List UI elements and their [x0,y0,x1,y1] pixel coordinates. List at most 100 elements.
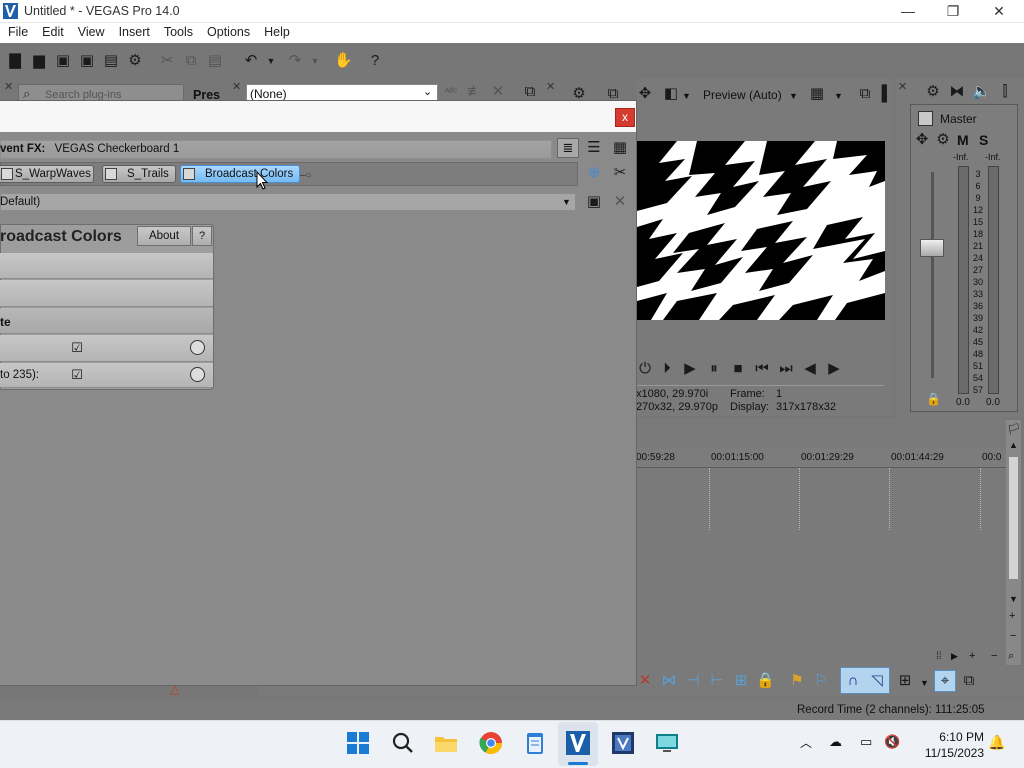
play-from-start-icon[interactable]: ⏵ [658,360,676,378]
param-checkbox[interactable]: ☑ [70,368,84,382]
hscroll-grip[interactable]: ⁞⁞ [936,651,942,662]
close-window-button[interactable]: ✕ [976,0,1022,23]
fx-enable-checkbox[interactable] [183,168,195,180]
master-fx-gear-icon[interactable]: ⚙ [934,131,952,149]
fx-chip-s-warpwaves[interactable]: S_WarpWaves [0,165,94,183]
param-checkbox[interactable]: ☑ [70,341,84,355]
overlays-grid-icon[interactable]: ▦ [808,85,826,103]
master-pan-icon[interactable]: ✥ [913,131,931,149]
split-screen-icon[interactable]: ✥ [636,85,654,103]
save-preset-icon[interactable]: ▣ [585,193,603,211]
save-snapshot-icon[interactable]: ▌ [878,85,896,103]
taskbar-time[interactable]: 6:10 PM [936,730,984,744]
overlays-dropdown-icon[interactable]: ▼ [834,91,843,101]
scroll-right-icon[interactable]: ▶ [951,651,958,662]
previous-frame-icon[interactable]: ◀ [801,360,819,378]
view-grid-icon[interactable]: ▦ [611,139,629,157]
timeline-vertical-scrollbar[interactable]: 🏳 ▲ ▼ + − [1006,420,1021,665]
solo-button[interactable]: S [979,132,988,148]
zoom-tool-icon[interactable]: ⌕ [1008,650,1014,663]
help-button[interactable]: ? [192,226,212,246]
menu-insert[interactable]: Insert [111,23,156,39]
menu-help[interactable]: Help [256,23,296,39]
preview-quality-dropdown-icon[interactable]: ▼ [789,91,798,101]
about-button[interactable]: About [137,226,191,246]
marker-flag-icon[interactable]: 🏳 [1007,423,1021,436]
mixer-properties-gear-icon[interactable]: ⚙ [924,83,942,101]
lock-envelopes-icon[interactable]: ⊞ [732,672,750,690]
lock-icon[interactable]: 🔒 [926,392,941,406]
menu-options[interactable]: Options [199,23,256,39]
show-hidden-icons-chevron-icon[interactable]: ︿ [800,734,812,751]
open-folder-icon[interactable]: ▆ [30,52,48,70]
delete-preset-icon[interactable]: ✕ [489,83,507,101]
minimize-button[interactable]: — [885,0,931,23]
volume-icon[interactable]: 🔇 [884,734,900,750]
notification-bell-icon[interactable]: 🔔 [988,734,1005,751]
vegas-alt-icon[interactable] [609,729,637,757]
notepad-icon[interactable] [521,729,549,757]
go-to-start-icon[interactable]: ⏮ [753,360,771,378]
paste-icon[interactable]: ▤ [206,52,224,70]
delete-preset-icon[interactable]: ✕ [611,193,629,211]
file-explorer-icon[interactable] [432,729,460,757]
restore-button[interactable]: ❐ [930,0,976,23]
zoom-out-vertical-icon[interactable]: − [1010,630,1016,642]
window-layout-icon[interactable]: ⧉ [521,83,539,101]
zoom-out-horizontal-icon[interactable]: − [991,650,997,662]
search-icon[interactable] [389,729,417,757]
preview-fx-icon[interactable]: ◧ [662,85,680,103]
play-icon[interactable]: ▶ [681,360,699,378]
onedrive-cloud-icon[interactable]: ☁ [829,734,842,750]
faders-icon[interactable]: ⫿ [996,83,1014,101]
insert-marker-icon[interactable]: ⚑ [788,672,806,690]
ripple-edit-icon[interactable]: ⊣ [684,672,702,690]
copy-icon[interactable]: ⧉ [182,52,200,70]
menu-view[interactable]: View [70,23,111,39]
redo-icon[interactable]: ↷ [286,52,304,70]
scroll-up-icon[interactable]: ▲ [1009,440,1018,450]
pause-icon[interactable]: ⏸ [705,360,723,378]
preview-fx-dropdown-icon[interactable]: ▼ [682,91,691,101]
auto-ripple-icon[interactable]: ◹ [868,672,886,690]
master-fader-handle[interactable] [920,239,944,257]
save-icon[interactable]: ▣ [54,52,72,70]
menu-file[interactable]: File [0,23,34,39]
scroll-down-icon[interactable]: ▼ [1009,594,1018,604]
insert-region-icon[interactable]: ⚐ [812,672,830,690]
normal-edit-tool-icon[interactable]: ⌖ [936,672,954,690]
fx-preset-select[interactable] [0,193,576,211]
presets-tab-label[interactable]: Pres [193,88,220,102]
format-icon[interactable]: ≢ [466,83,484,101]
lock-icon[interactable]: 🔒 [756,672,775,690]
view-list-icon[interactable]: ≣ [557,138,579,158]
undo-dropdown-icon[interactable]: ▼ [262,52,280,70]
fx-chip-broadcast-colors[interactable]: Broadcast Colors [180,165,300,183]
fx-enable-checkbox[interactable] [1,168,13,180]
enable-snapping-icon[interactable]: ∩ [844,672,862,690]
close-preview-pane-icon[interactable]: ✕ [546,80,558,93]
redo-dropdown-icon[interactable]: ▼ [306,52,324,70]
scroll-thumb[interactable] [1008,456,1019,580]
menu-tools[interactable]: Tools [156,23,199,39]
ripple-mode-icon[interactable]: ⊢ [708,672,726,690]
preview-quality-select[interactable]: Preview (Auto) [703,88,782,102]
go-to-end-icon[interactable]: ⏭ [777,360,795,378]
remote-desktop-icon[interactable] [653,729,681,757]
mute-button[interactable]: M [957,132,969,148]
ignore-grouping-icon[interactable]: ✕ [636,672,654,690]
zoom-in-vertical-icon[interactable]: + [1009,610,1015,622]
chrome-icon[interactable] [477,729,505,757]
taskbar-date[interactable]: 11/15/2023 [918,746,984,760]
auto-crossfade-icon[interactable]: ⋈ [660,672,678,690]
close-master-pane-icon[interactable]: ✕ [898,80,910,93]
render-icon[interactable]: ▤ [102,52,120,70]
menu-edit[interactable]: Edit [34,23,70,39]
stop-icon[interactable]: ■ [729,360,747,378]
zoom-in-horizontal-icon[interactable]: + [969,650,975,662]
interactive-tutorial-icon[interactable]: ✋ [334,52,353,70]
save-as-icon[interactable]: ▣ [78,52,96,70]
cut-icon[interactable]: ✂ [158,52,176,70]
new-project-icon[interactable]: ▇ [6,52,24,70]
fx-chain-remove-icon[interactable]: ✂ [611,164,629,182]
